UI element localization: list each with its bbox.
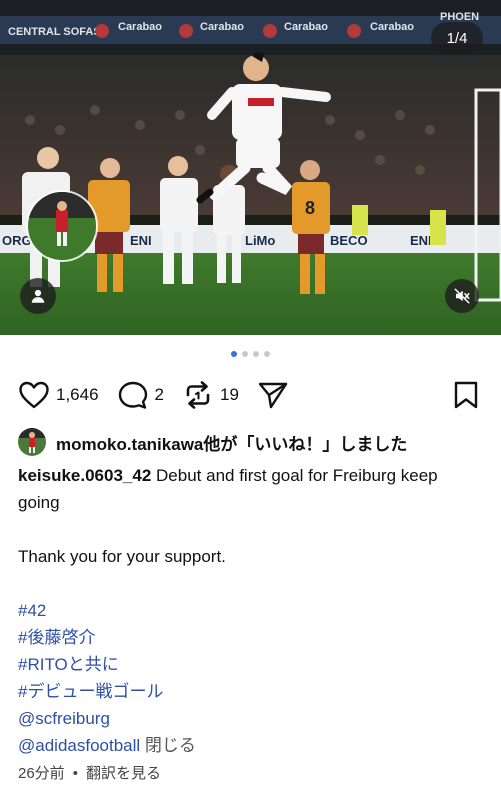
bookmark-icon bbox=[454, 381, 478, 409]
caption-thanks: Thank you for your support. bbox=[18, 547, 226, 566]
svg-text:8: 8 bbox=[305, 198, 315, 218]
tagged-users-button[interactable] bbox=[20, 278, 56, 314]
heart-icon bbox=[19, 381, 49, 409]
match-photo: CENTRAL SOFAS Carabao Carabao Carabao Cara… bbox=[0, 0, 501, 335]
repost-icon bbox=[186, 381, 210, 409]
svg-text:ENI: ENI bbox=[130, 233, 152, 248]
hashtag-link[interactable]: #後藤啓介 bbox=[18, 624, 483, 651]
svg-text:Carabao: Carabao bbox=[284, 21, 328, 33]
comment-count: 2 bbox=[154, 385, 165, 404]
speaker-muted-icon bbox=[454, 288, 470, 304]
svg-text:CENTRAL SOFAS: CENTRAL SOFAS bbox=[8, 26, 101, 38]
svg-text:Carabao: Carabao bbox=[370, 21, 414, 33]
hashtag-link[interactable]: #デビュー戦ゴール bbox=[18, 678, 483, 705]
carousel-dot-active bbox=[231, 351, 237, 357]
send-icon bbox=[258, 382, 288, 409]
like-count: 1,646 bbox=[56, 385, 99, 404]
like-button[interactable]: 1,646 bbox=[18, 380, 99, 410]
carousel-indicator bbox=[0, 351, 501, 357]
hashtag-link[interactable]: #RITOと共に bbox=[18, 651, 483, 678]
mention-link[interactable]: @scfreiburg bbox=[18, 705, 483, 732]
repost-count: 19 bbox=[220, 385, 239, 404]
person-icon bbox=[31, 289, 45, 303]
svg-text:LiMo: LiMo bbox=[245, 233, 275, 248]
comment-button[interactable]: 2 bbox=[117, 380, 164, 410]
repost-button[interactable]: 19 bbox=[182, 379, 239, 411]
action-bar: 1,646 2 19 bbox=[18, 374, 483, 416]
mention-link[interactable]: @adidasfootball bbox=[18, 736, 140, 755]
liked-by-text: momoko.tanikawa他が「いいね！」しました bbox=[56, 434, 408, 454]
inset-video-thumbnail[interactable] bbox=[26, 190, 98, 262]
carousel-dot bbox=[253, 351, 259, 357]
post-caption: keisuke.0603_42 Debut and first goal for… bbox=[18, 462, 483, 759]
caption-username[interactable]: keisuke.0603_42 bbox=[18, 466, 151, 485]
share-button[interactable] bbox=[257, 380, 289, 410]
translate-link[interactable]: 翻訳を見る bbox=[86, 765, 161, 782]
post-media[interactable]: CENTRAL SOFAS Carabao Carabao Carabao Cara… bbox=[0, 0, 501, 335]
svg-text:BECO: BECO bbox=[330, 233, 368, 248]
liked-by-line[interactable]: momoko.tanikawa他が「いいね！」しました bbox=[18, 428, 491, 456]
mute-toggle-button[interactable] bbox=[445, 279, 479, 313]
media-counter: 1/4 bbox=[431, 22, 483, 54]
svg-text:Carabao: Carabao bbox=[118, 21, 162, 33]
post-meta: 26分前 • 翻訳を見る bbox=[18, 765, 161, 782]
avatar[interactable] bbox=[18, 428, 46, 456]
svg-text:Carabao: Carabao bbox=[200, 21, 244, 33]
comment-icon bbox=[118, 381, 147, 409]
collapse-caption-link[interactable]: 閉じる bbox=[145, 736, 196, 755]
carousel-dot bbox=[242, 351, 248, 357]
hashtag-link[interactable]: #42 bbox=[18, 597, 483, 624]
carousel-dot bbox=[264, 351, 270, 357]
save-button[interactable] bbox=[453, 380, 479, 410]
post-timestamp: 26分前 bbox=[18, 765, 65, 782]
